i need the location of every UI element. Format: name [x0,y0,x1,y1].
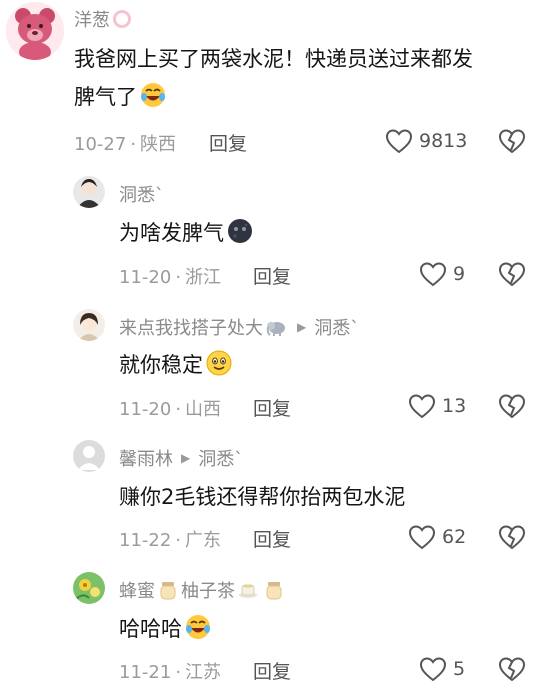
comment-text: 哈哈哈 [119,610,212,648]
default-user-avatar-icon[interactable] [73,440,105,472]
broken-heart-icon [498,525,526,550]
broken-heart-icon [498,129,526,154]
reply-button[interactable]: 回复 [253,657,291,684]
tea-cup-emoji-icon [237,579,259,601]
like-button[interactable]: 9 [419,261,465,287]
laugh-cry-emoji-icon [139,81,167,109]
comment-meta: 11-20 · 山西 [119,399,222,420]
pink-bear-avatar-icon[interactable] [6,2,64,60]
cartoon-man-avatar-icon[interactable] [73,176,105,208]
reply-arrow-icon: ▶ [297,320,307,334]
laugh-cry-emoji-icon [184,613,212,641]
yellow-flower-avatar-icon[interactable] [73,572,105,604]
smile-emoji-icon [205,349,233,377]
heart-icon [385,129,413,154]
reply-arrow-icon: ▶ [181,451,191,465]
honey-jar-emoji-icon [263,579,285,601]
dislike-button[interactable] [498,656,526,682]
like-count: 9813 [419,130,468,152]
elephant-emoji-icon [265,316,287,338]
comment-meta: 11-20 · 浙江 [119,267,222,288]
comment-meta: 11-21 · 江苏 [119,662,222,683]
heart-icon [419,262,447,287]
comment-text: 为啥发脾气 [119,214,254,252]
heart-icon [408,394,436,419]
like-button[interactable]: 9813 [385,128,467,154]
broken-heart-icon [498,394,526,419]
comment-meta: 11-22 · 广东 [119,530,222,551]
like-count: 13 [442,395,467,417]
like-button[interactable]: 62 [408,524,466,550]
comment-thread: 洋葱 我爸网上买了两袋水泥！快递员送过来都发 脾气了 10-27 · 陕西 回复 9… [0,0,544,691]
heart-icon [408,525,436,550]
comment-username[interactable]: 来点我找搭子处大 ▶ 洞悉` [119,314,359,340]
honey-jar-emoji-icon [157,579,179,601]
comment-username[interactable]: 蜂蜜 柚子茶 [119,577,287,603]
reply-to-username[interactable]: 洞悉` [314,314,359,340]
comment-username[interactable]: 洞悉` [119,181,164,207]
dislike-button[interactable] [498,261,526,287]
comment-meta: 10-27 · 陕西 [74,134,177,155]
reply-button[interactable]: 回复 [253,394,291,421]
like-count: 62 [442,526,467,548]
like-count: 9 [453,263,466,285]
broken-heart-icon [498,657,526,682]
like-button[interactable]: 5 [419,656,465,682]
dislike-button[interactable] [498,524,526,550]
dark-moon-emoji-icon [226,217,254,245]
heart-icon [419,657,447,682]
reply-button[interactable]: 回复 [253,262,291,289]
broken-heart-icon [498,262,526,287]
comment-text: 就你稳定 [119,346,233,384]
like-button[interactable]: 13 [408,393,466,419]
dislike-button[interactable] [498,128,526,154]
reply-button[interactable]: 回复 [253,525,291,552]
comment-username[interactable]: 洋葱 [74,6,131,32]
comment-text: 我爸网上买了两袋水泥！快递员送过来都发 脾气了 [74,47,473,109]
reply-to-username[interactable]: 洞悉` [198,445,243,471]
pink-ring-icon [113,10,131,28]
reply-button[interactable]: 回复 [209,129,247,156]
like-count: 5 [453,658,466,680]
comment-text: 赚你2毛钱还得帮你抬两包水泥 [119,485,406,509]
cartoon-girl-avatar-icon[interactable] [73,309,105,341]
dislike-button[interactable] [498,393,526,419]
comment-username[interactable]: 馨雨林 ▶ 洞悉` [119,445,243,471]
